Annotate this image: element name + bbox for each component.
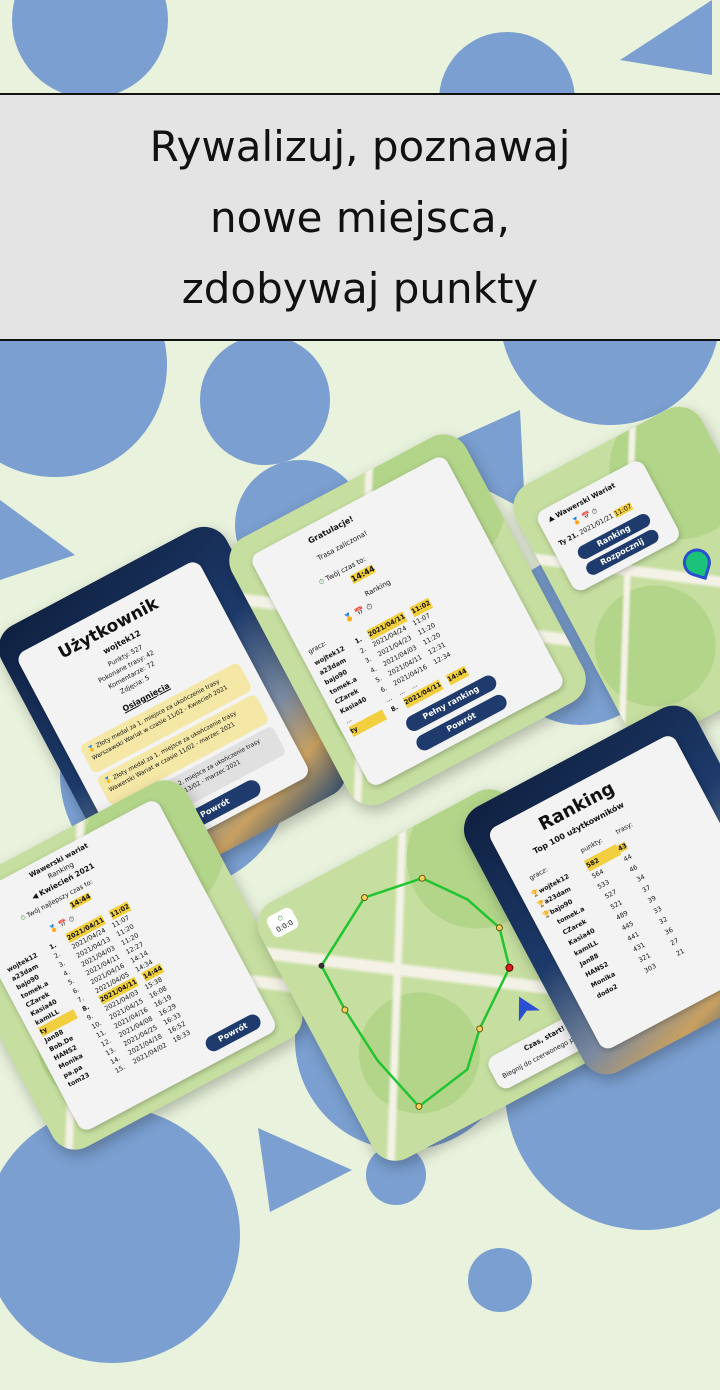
back-button[interactable]: Powrót — [202, 1011, 264, 1054]
bg-triangle — [258, 1128, 352, 1212]
bg-circle — [12, 0, 168, 98]
headline-line-2: nowe miejsca, — [209, 192, 510, 242]
medal-icon: 🏅 — [571, 515, 583, 527]
calendar-icon: 📅 — [580, 510, 593, 522]
stopwatch-icon: ⏱ — [67, 914, 76, 925]
congrats-ranking-table: wojtek12 1. 2021/04/11 11:02 a23dam 2. 2021/0… — [312, 597, 469, 737]
ranking-icons: 🏅 📅 ⏱ — [343, 601, 375, 625]
route-card: ⛰ Wawerski Wariat 🏅 📅 ⏱ Ty 21. 2021/01/2… — [534, 457, 683, 594]
ranking-label: Ranking — [363, 578, 393, 599]
bg-triangle — [0, 500, 75, 580]
location-pin-icon — [679, 545, 715, 581]
navigation-arrow-icon — [518, 996, 541, 1022]
headline-line-1: Rywalizuj, poznawaj — [149, 121, 571, 171]
calendar-icon: 📅 — [353, 605, 367, 619]
month-ranking-table: wojtek12 1. 2021/04/11 11:02 a23dam 2. 2021/0… — [5, 901, 197, 1098]
medal-icon: 🏅 — [47, 923, 60, 935]
calendar-icon: 📅 — [57, 918, 70, 930]
headline-line-3: zdobywaj punkty — [181, 263, 539, 313]
bg-triangle — [620, 0, 712, 75]
medal-icon: 🏅 — [342, 611, 356, 624]
bg-circle — [0, 1107, 240, 1363]
bg-circle — [200, 335, 330, 465]
bg-circle — [468, 1248, 532, 1312]
stopwatch-icon: ⏱ — [364, 601, 375, 613]
stopwatch-icon: ⏱ — [590, 506, 599, 517]
headline-banner: Rywalizuj, poznawaj nowe miejsca, zdobyw… — [0, 93, 720, 341]
